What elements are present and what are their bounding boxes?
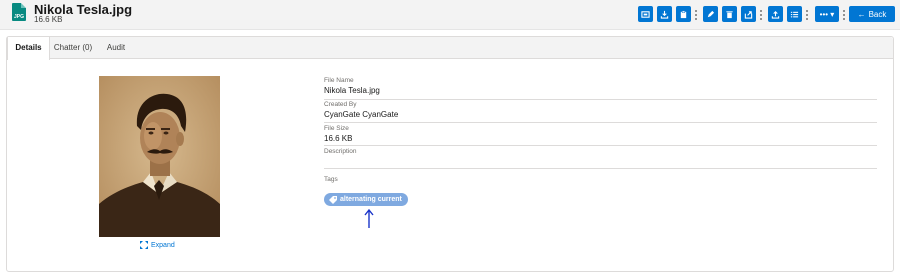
expand-icon	[140, 241, 148, 249]
field-file-name: File Name Nikola Tesla.jpg	[324, 77, 877, 100]
tab-chatter[interactable]: Chatter (0)	[50, 37, 96, 59]
expand-label: Expand	[151, 241, 175, 249]
back-button[interactable]: ← Back	[849, 6, 895, 22]
field-label: Tags	[324, 176, 338, 183]
field-label: File Name	[324, 77, 354, 84]
toolbar-separator	[806, 10, 808, 20]
delete-icon	[726, 10, 733, 18]
clipboard-icon	[680, 10, 687, 18]
tag-label: alternating current	[340, 196, 402, 203]
field-description: Description	[324, 146, 877, 169]
field-list: File Name Nikola Tesla.jpg Created By Cy…	[324, 77, 877, 184]
toolbar-separator	[843, 10, 845, 20]
image-preview[interactable]	[99, 76, 220, 237]
file-size-subtitle: 16.6 KB	[34, 15, 63, 24]
toolbar-separator	[760, 10, 762, 20]
file-type-label: JPG	[13, 14, 24, 20]
record-detail-card: Details Chatter (0) Audit Expand File Na…	[6, 36, 894, 272]
expand-button[interactable]: Expand	[140, 241, 175, 249]
edit-button[interactable]	[703, 6, 718, 22]
field-value: CyanGate CyanGate	[324, 110, 399, 119]
share-icon	[744, 10, 753, 19]
download-button[interactable]	[657, 6, 672, 22]
field-tags: Tags	[324, 169, 877, 184]
field-value: Nikola Tesla.jpg	[324, 86, 380, 95]
edit-icon	[707, 10, 715, 17]
more-actions-button[interactable]: ••• ▾	[815, 6, 839, 22]
list-button[interactable]	[787, 6, 802, 22]
tab-details[interactable]: Details	[7, 37, 50, 60]
share-button[interactable]	[741, 6, 756, 22]
upload-icon	[771, 10, 780, 19]
delete-button[interactable]	[722, 6, 737, 22]
annotation-arrow-icon	[364, 209, 374, 228]
field-label: File Size	[324, 125, 349, 132]
toolbar-separator	[695, 10, 697, 20]
back-arrow-icon: ←	[857, 9, 866, 19]
preview-icon	[641, 10, 650, 18]
field-file-size: File Size 16.6 KB	[324, 123, 877, 146]
upload-button[interactable]	[768, 6, 783, 22]
tab-bar: Details Chatter (0) Audit	[7, 37, 893, 60]
field-label: Created By	[324, 101, 357, 108]
tab-audit[interactable]: Audit	[98, 37, 134, 59]
portrait-image	[99, 76, 220, 237]
back-button-label: Back	[868, 9, 887, 19]
preview-button[interactable]	[638, 6, 653, 22]
field-value: 16.6 KB	[324, 134, 353, 143]
field-label: Description	[324, 148, 357, 155]
clipboard-button[interactable]	[676, 6, 691, 22]
list-icon	[790, 11, 799, 17]
record-header: JPG Nikola Tesla.jpg 16.6 KB ••• ▾ ← Bac…	[0, 0, 900, 30]
download-icon	[660, 10, 669, 19]
tag-pill[interactable]: alternating current	[324, 193, 408, 206]
jpg-file-icon: JPG	[12, 3, 26, 21]
tag-icon	[329, 195, 337, 204]
field-created-by: Created By CyanGate CyanGate	[324, 100, 877, 123]
